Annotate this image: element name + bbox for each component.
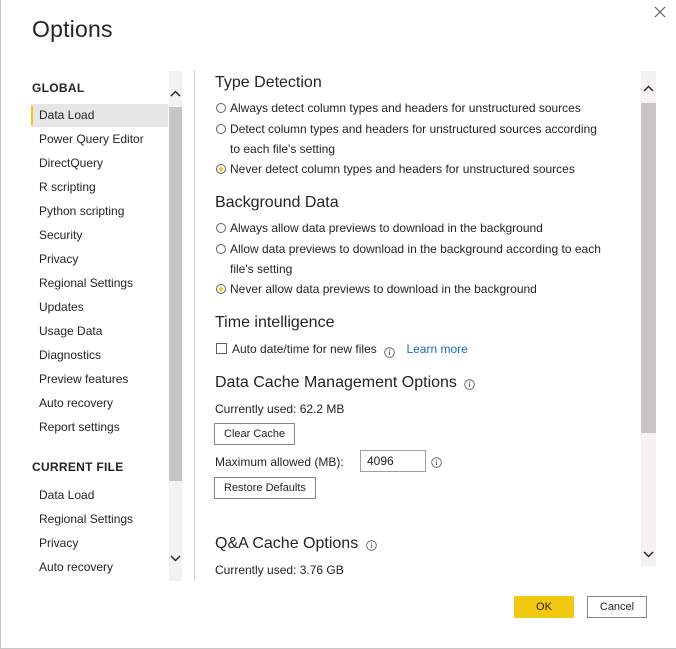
background-data-option-never[interactable]: Never allow data previews to download in… xyxy=(214,279,614,299)
nav-heading-current-file: CURRENT FILE xyxy=(32,460,124,474)
qa-cache-usage: Currently used: 3.76 GB xyxy=(215,563,344,577)
nav-item-auto-recovery[interactable]: Auto recovery xyxy=(31,392,168,415)
radio-label: Always detect column types and headers f… xyxy=(230,101,581,115)
background-data-option-per-file[interactable]: Allow data previews to download in the b… xyxy=(214,239,614,279)
dialog-title: Options xyxy=(32,16,113,42)
auto-datetime-checkbox[interactable] xyxy=(216,343,227,354)
radio-button-selected[interactable] xyxy=(216,284,226,294)
nav-item-data-load[interactable]: Data Load xyxy=(31,104,168,127)
type-detection-option-never[interactable]: Never detect column types and headers fo… xyxy=(214,159,614,179)
close-icon[interactable] xyxy=(651,3,669,21)
info-icon[interactable] xyxy=(365,538,377,552)
nav-item-updates[interactable]: Updates xyxy=(31,296,168,319)
nav-item-current-file-data-load[interactable]: Data Load xyxy=(31,484,168,507)
radio-label: Detect column types and headers for unst… xyxy=(230,122,597,156)
options-nav: GLOBAL Data Load Power Query Editor Direct… xyxy=(31,70,184,580)
nav-item-r-scripting[interactable]: R scripting xyxy=(31,176,168,199)
radio-label: Never allow data previews to download in… xyxy=(230,282,537,296)
content-scrollbar-thumb[interactable] xyxy=(641,103,656,433)
radio-button[interactable] xyxy=(216,103,226,113)
qa-cache-title: Q&A Cache Options xyxy=(215,535,377,553)
ok-button[interactable]: OK xyxy=(514,596,574,618)
nav-item-directquery[interactable]: DirectQuery xyxy=(31,152,168,175)
background-data-title: Background Data xyxy=(215,194,339,211)
type-detection-option-per-file[interactable]: Detect column types and headers for unst… xyxy=(214,119,614,159)
restore-defaults-button[interactable]: Restore Defaults xyxy=(214,477,316,499)
background-data-option-always[interactable]: Always allow data previews to download i… xyxy=(214,218,614,238)
time-intelligence-title: Time intelligence xyxy=(215,314,335,331)
chevron-up-icon[interactable] xyxy=(642,82,655,96)
nav-scrollbar[interactable] xyxy=(169,71,182,581)
nav-divider xyxy=(194,70,195,580)
info-icon[interactable] xyxy=(384,344,395,359)
qa-cache-title-text: Q&A Cache Options xyxy=(215,535,359,552)
data-load-settings-panel: Type Detection Always detect column type… xyxy=(214,70,634,580)
auto-datetime-row: Auto date/time for new files Learn more xyxy=(214,339,468,359)
radio-button-selected[interactable] xyxy=(216,164,226,174)
cancel-button[interactable]: Cancel xyxy=(587,596,647,618)
chevron-down-icon[interactable] xyxy=(169,551,182,565)
radio-label: Never detect column types and headers fo… xyxy=(230,162,575,176)
nav-item-privacy[interactable]: Privacy xyxy=(31,248,168,271)
content-scrollbar[interactable] xyxy=(641,71,656,566)
nav-item-report-settings[interactable]: Report settings xyxy=(31,416,168,439)
data-cache-title-text: Data Cache Management Options xyxy=(215,374,457,391)
type-detection-title: Type Detection xyxy=(215,74,322,91)
radio-label: Allow data previews to download in the b… xyxy=(230,242,601,276)
auto-datetime-label: Auto date/time for new files xyxy=(232,342,377,356)
chevron-up-icon[interactable] xyxy=(169,87,182,101)
nav-item-current-file-auto-recovery[interactable]: Auto recovery xyxy=(31,556,168,579)
radio-button[interactable] xyxy=(216,244,226,254)
nav-item-preview-features[interactable]: Preview features xyxy=(31,368,168,391)
data-cache-title: Data Cache Management Options xyxy=(215,374,476,392)
nav-item-security[interactable]: Security xyxy=(31,224,168,247)
nav-item-regional-settings[interactable]: Regional Settings xyxy=(31,272,168,295)
nav-item-power-query-editor[interactable]: Power Query Editor xyxy=(31,128,168,151)
nav-item-python-scripting[interactable]: Python scripting xyxy=(31,200,168,223)
radio-label: Always allow data previews to download i… xyxy=(230,221,543,235)
clear-cache-button[interactable]: Clear Cache xyxy=(214,423,296,445)
chevron-down-icon[interactable] xyxy=(642,547,655,561)
nav-item-current-file-regional-settings[interactable]: Regional Settings xyxy=(31,508,168,531)
data-cache-usage: Currently used: 62.2 MB xyxy=(215,402,345,416)
max-allowed-label: Maximum allowed (MB): xyxy=(215,455,344,469)
info-icon[interactable] xyxy=(431,455,442,468)
learn-more-link[interactable]: Learn more xyxy=(406,342,467,356)
type-detection-option-always[interactable]: Always detect column types and headers f… xyxy=(214,98,614,118)
nav-scrollbar-thumb[interactable] xyxy=(169,107,182,481)
nav-item-current-file-privacy[interactable]: Privacy xyxy=(31,532,168,555)
info-icon[interactable] xyxy=(464,377,476,391)
nav-item-usage-data[interactable]: Usage Data xyxy=(31,320,168,343)
max-allowed-input[interactable]: 4096 xyxy=(360,450,426,472)
radio-button[interactable] xyxy=(216,124,226,134)
nav-item-diagnostics[interactable]: Diagnostics xyxy=(31,344,168,367)
nav-heading-global: GLOBAL xyxy=(32,81,85,95)
radio-button[interactable] xyxy=(216,223,226,233)
options-dialog: Options GLOBAL Data Load Power Query Edit… xyxy=(0,0,676,649)
